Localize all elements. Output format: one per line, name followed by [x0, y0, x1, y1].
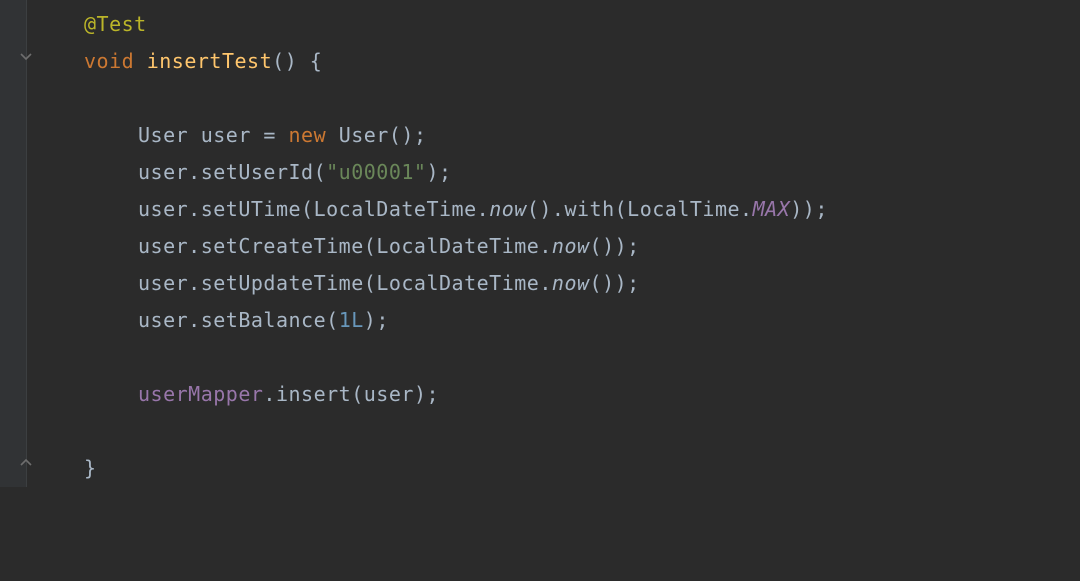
code-line[interactable]: user.setUpdateTime(LocalDateTime.now()); — [30, 265, 1080, 302]
blank-line[interactable] — [30, 339, 1080, 376]
method-call: insert — [276, 382, 351, 406]
type-user: User — [138, 123, 188, 147]
code-line[interactable]: @Test — [30, 6, 1080, 43]
code-area[interactable]: @Test void insertTest() { User user = ne… — [0, 0, 1080, 487]
static-field: MAX — [753, 197, 791, 221]
string-literal: "u00001" — [326, 160, 426, 184]
code-line[interactable]: user.setBalance(1L); — [30, 302, 1080, 339]
code-line[interactable]: User user = new User(); — [30, 117, 1080, 154]
keyword-void: void — [84, 49, 134, 73]
code-line[interactable]: userMapper.insert(user); — [30, 376, 1080, 413]
static-method: now — [489, 197, 527, 221]
code-line[interactable]: } — [30, 450, 1080, 487]
number-literal: 1L — [339, 308, 364, 332]
method-call: setUserId — [201, 160, 314, 184]
gutter — [0, 0, 27, 487]
keyword-new: new — [289, 123, 327, 147]
field-ref: userMapper — [138, 382, 263, 406]
static-method: now — [552, 234, 590, 258]
method-name: insertTest — [147, 49, 272, 73]
static-method: now — [552, 271, 590, 295]
annotation: @Test — [84, 12, 147, 36]
code-line[interactable]: user.setUserId("u00001"); — [30, 154, 1080, 191]
blank-line[interactable] — [30, 80, 1080, 117]
method-call: setCreateTime — [201, 234, 364, 258]
method-call: setBalance — [201, 308, 326, 332]
method-call: setUTime — [201, 197, 301, 221]
code-line[interactable]: user.setUTime(LocalDateTime.now().with(L… — [30, 191, 1080, 228]
blank-line[interactable] — [30, 413, 1080, 450]
code-line[interactable]: user.setCreateTime(LocalDateTime.now()); — [30, 228, 1080, 265]
code-editor[interactable]: @Test void insertTest() { User user = ne… — [0, 0, 1080, 487]
method-call: setUpdateTime — [201, 271, 364, 295]
code-line[interactable]: void insertTest() { — [30, 43, 1080, 80]
